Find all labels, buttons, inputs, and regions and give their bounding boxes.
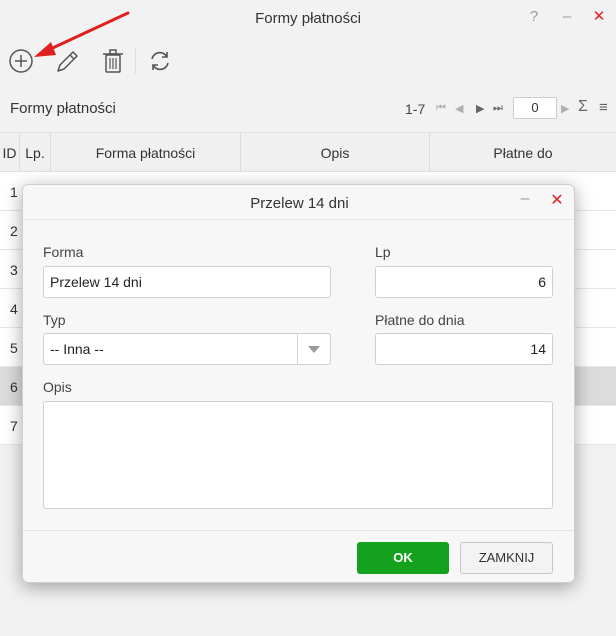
annotation-arrow-icon — [34, 11, 130, 57]
